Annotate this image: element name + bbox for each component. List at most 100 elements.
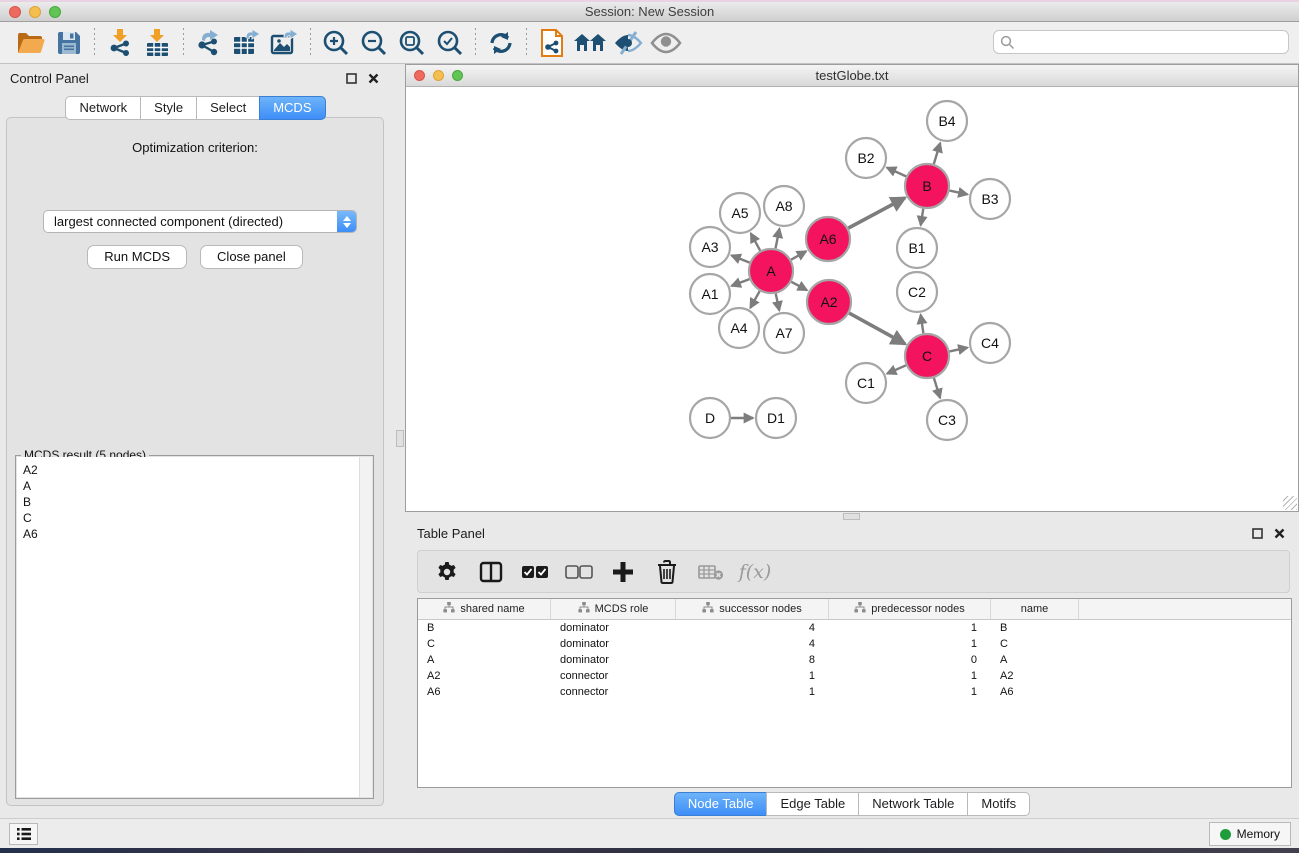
import-table-icon[interactable]: [139, 26, 177, 60]
graph-node-c3[interactable]: C3: [927, 400, 967, 440]
graph-node-a6[interactable]: A6: [806, 217, 850, 261]
cell-successor-nodes[interactable]: 8: [676, 654, 829, 666]
graph-node-c[interactable]: C: [905, 334, 949, 378]
memory-button[interactable]: Memory: [1209, 822, 1291, 846]
network-window-titlebar[interactable]: testGlobe.txt: [406, 65, 1298, 87]
column-header-mcds-role[interactable]: MCDS role: [551, 599, 676, 619]
graph-edge-a-a6[interactable]: [791, 251, 806, 260]
cell-predecessor-nodes[interactable]: 1: [829, 670, 991, 682]
cell-shared-name[interactable]: A: [418, 654, 551, 666]
graph-node-a3[interactable]: A3: [690, 227, 730, 267]
cell-mcds-role[interactable]: connector: [551, 670, 676, 682]
save-session-icon[interactable]: [50, 26, 88, 60]
result-item-a6[interactable]: A6: [23, 526, 372, 542]
function-builder-icon[interactable]: f(x): [740, 557, 770, 587]
hide-eye-icon[interactable]: [609, 26, 647, 60]
result-scrollbar[interactable]: [359, 457, 372, 797]
delete-trash-icon[interactable]: [652, 557, 682, 587]
result-item-a[interactable]: A: [23, 478, 372, 494]
zoom-in-icon[interactable]: [317, 26, 355, 60]
result-item-b[interactable]: B: [23, 494, 372, 510]
resize-grip-icon[interactable]: [1283, 496, 1297, 510]
network-canvas[interactable]: B4B2BB3A5A8A6B1A3AC2A1A2A4A7C4CC1DD1C3: [406, 88, 1298, 511]
cell-name[interactable]: A: [991, 654, 1079, 666]
float-panel-icon[interactable]: [343, 70, 359, 86]
add-column-icon[interactable]: [608, 557, 638, 587]
close-panel-icon[interactable]: [365, 70, 381, 86]
tab-edge-table[interactable]: Edge Table: [766, 792, 858, 816]
result-item-a2[interactable]: A2: [23, 462, 372, 478]
cell-mcds-role[interactable]: dominator: [551, 622, 676, 634]
cell-successor-nodes[interactable]: 4: [676, 638, 829, 650]
graph-node-a8[interactable]: A8: [764, 186, 804, 226]
cell-mcds-role[interactable]: dominator: [551, 638, 676, 650]
graph-node-a5[interactable]: A5: [720, 193, 760, 233]
tab-network[interactable]: Network: [65, 96, 140, 120]
graph-edge-c-c2[interactable]: [921, 315, 924, 334]
table-row-a[interactable]: Adominator80A: [418, 652, 1291, 668]
cell-shared-name[interactable]: A6: [418, 686, 551, 698]
open-session-icon[interactable]: [12, 26, 50, 60]
tab-mcds[interactable]: MCDS: [259, 96, 325, 120]
graph-edge-b-b2[interactable]: [887, 168, 906, 177]
graph-edge-c-c3[interactable]: [934, 378, 940, 398]
graph-edge-a2-c[interactable]: [849, 313, 905, 344]
tab-node-table[interactable]: Node Table: [674, 792, 767, 816]
graph-edge-a-a3[interactable]: [731, 255, 749, 262]
graph-node-a4[interactable]: A4: [719, 308, 759, 348]
graph-node-a[interactable]: A: [749, 249, 793, 293]
delete-table-icon[interactable]: [696, 557, 726, 587]
cell-shared-name[interactable]: A2: [418, 670, 551, 682]
table-row-a6[interactable]: A6connector11A6: [418, 684, 1291, 700]
graph-edge-c-c4[interactable]: [950, 348, 968, 352]
cell-successor-nodes[interactable]: 1: [676, 670, 829, 682]
run-mcds-button[interactable]: Run MCDS: [87, 245, 187, 269]
table-row-a2[interactable]: A2connector11A2: [418, 668, 1291, 684]
cell-predecessor-nodes[interactable]: 1: [829, 638, 991, 650]
network-from-file-icon[interactable]: [533, 26, 571, 60]
search-box[interactable]: [993, 30, 1289, 54]
table-row-c[interactable]: Cdominator41C: [418, 636, 1291, 652]
cell-successor-nodes[interactable]: 4: [676, 622, 829, 634]
cell-mcds-role[interactable]: dominator: [551, 654, 676, 666]
cell-predecessor-nodes[interactable]: 1: [829, 686, 991, 698]
graph-node-c1[interactable]: C1: [846, 363, 886, 403]
tab-network-table[interactable]: Network Table: [858, 792, 967, 816]
cell-predecessor-nodes[interactable]: 0: [829, 654, 991, 666]
zoom-out-icon[interactable]: [355, 26, 393, 60]
select-all-icon[interactable]: [520, 557, 550, 587]
graph-edge-b-b1[interactable]: [921, 209, 924, 226]
column-header-successor-nodes[interactable]: successor nodes: [676, 599, 829, 619]
column-header-name[interactable]: name: [991, 599, 1079, 619]
graph-node-a2[interactable]: A2: [807, 280, 851, 324]
graph-node-a1[interactable]: A1: [690, 274, 730, 314]
graph-edge-c-c1[interactable]: [887, 365, 906, 373]
graph-edge-b-b3[interactable]: [950, 191, 968, 195]
cell-name[interactable]: A2: [991, 670, 1079, 682]
export-network-icon[interactable]: [190, 26, 228, 60]
zoom-fit-icon[interactable]: [393, 26, 431, 60]
graph-edge-a-a7[interactable]: [776, 294, 780, 311]
graph-node-d[interactable]: D: [690, 398, 730, 438]
graph-node-b1[interactable]: B1: [897, 228, 937, 268]
cell-shared-name[interactable]: B: [418, 622, 551, 634]
home-icon[interactable]: [571, 26, 609, 60]
cell-name[interactable]: C: [991, 638, 1079, 650]
float-table-panel-icon[interactable]: [1249, 525, 1265, 541]
graph-edge-a-a8[interactable]: [776, 229, 780, 249]
graph-edge-a-a5[interactable]: [751, 233, 760, 250]
graph-node-d1[interactable]: D1: [756, 398, 796, 438]
apply-layout-icon[interactable]: [482, 26, 520, 60]
column-header-predecessor-nodes[interactable]: predecessor nodes: [829, 599, 991, 619]
table-row-b[interactable]: Bdominator41B: [418, 620, 1291, 636]
cell-successor-nodes[interactable]: 1: [676, 686, 829, 698]
graph-node-b[interactable]: B: [905, 164, 949, 208]
graph-node-c2[interactable]: C2: [897, 272, 937, 312]
search-input[interactable]: [1015, 33, 1288, 51]
graph-node-a7[interactable]: A7: [764, 313, 804, 353]
vertical-splitter-handle[interactable]: [396, 430, 404, 447]
graph-edge-a6-b[interactable]: [848, 198, 905, 228]
export-image-icon[interactable]: [266, 26, 304, 60]
close-panel-button[interactable]: Close panel: [200, 245, 303, 269]
tab-select[interactable]: Select: [196, 96, 259, 120]
